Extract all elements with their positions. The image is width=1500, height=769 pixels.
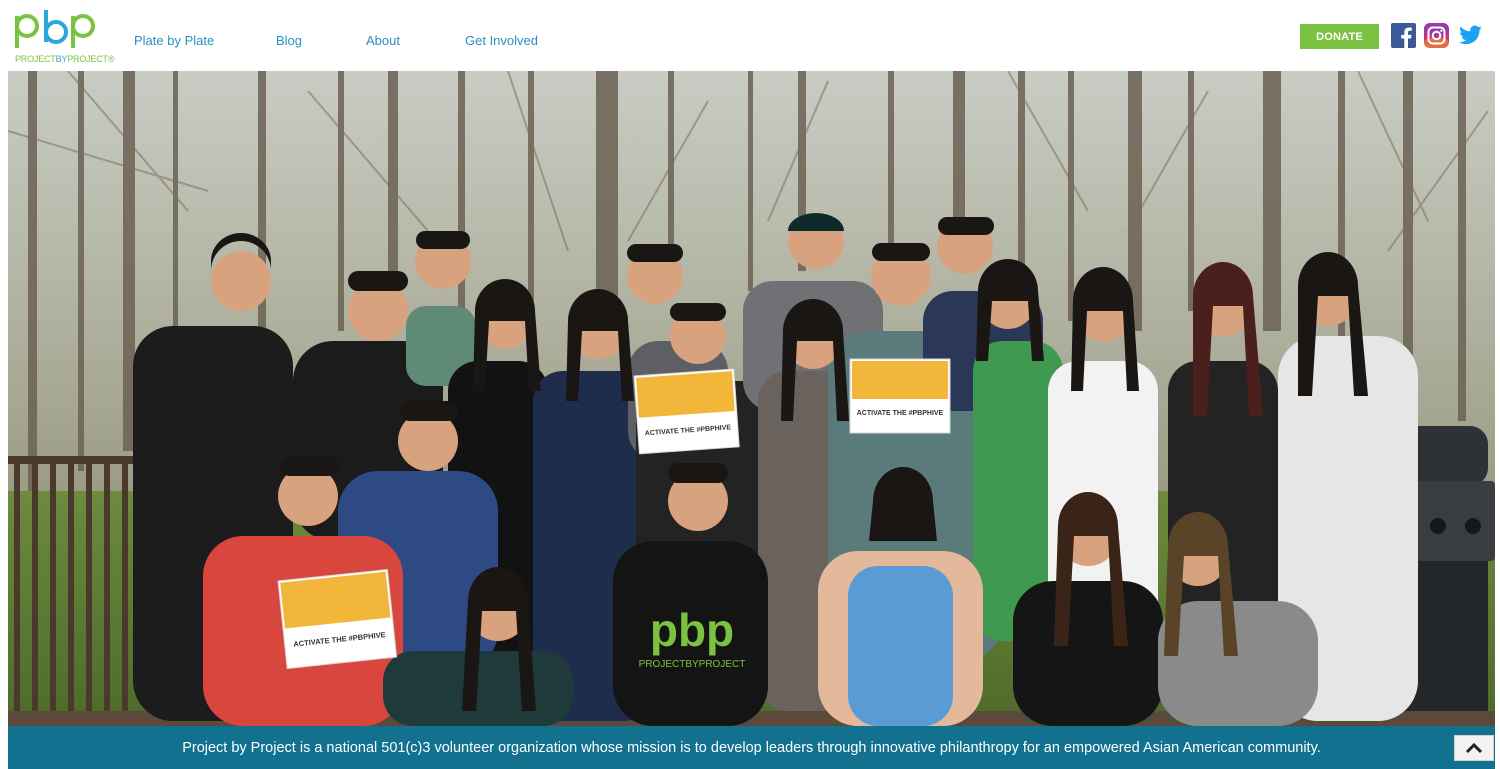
nav-plate-by-plate[interactable]: Plate by Plate — [134, 33, 214, 48]
sign-2-headline: ACTIVATE THE #PBPHIVE — [857, 410, 944, 417]
instagram-icon[interactable] — [1424, 23, 1449, 48]
shirt-logo-mark: pbp — [650, 604, 734, 656]
shirt-logo-sub: PROJECTBYPROJECT — [639, 659, 746, 670]
logo-word-project-2: PROJECT — [67, 54, 108, 64]
logo-wordmark: PROJECTBYPROJECT® — [15, 54, 114, 64]
site-header: PROJECTBYPROJECT® Plate by Plate Blog Ab… — [0, 0, 1500, 71]
chevron-up-icon — [1465, 742, 1483, 754]
shirt-logo: pbp PROJECTBYPROJECT — [639, 604, 746, 670]
logo-word-project: PROJECT — [15, 54, 56, 64]
back-to-top-button[interactable] — [1454, 735, 1494, 761]
hive-sign-3: ACTIVATE THE #PBPHIVE — [277, 568, 398, 670]
nav-get-involved[interactable]: Get Involved — [465, 33, 538, 48]
twitter-icon[interactable] — [1458, 23, 1483, 48]
hive-sign-2: ACTIVATE THE #PBPHIVE — [849, 358, 951, 434]
site-logo[interactable]: PROJECTBYPROJECT® — [13, 10, 114, 66]
hive-sign-1: ACTIVATE THE #PBPHIVE — [633, 368, 740, 455]
hero-group-photo: pbp PROJECTBYPROJECT ACTIVATE THE #PBPHI… — [8, 71, 1495, 726]
facebook-icon[interactable] — [1391, 23, 1416, 48]
mission-statement: Project by Project is a national 501(c)3… — [182, 739, 1321, 756]
donate-button[interactable]: DONATE — [1300, 24, 1379, 49]
mission-bar: Project by Project is a national 501(c)3… — [8, 726, 1495, 769]
logo-word-by: BY — [55, 54, 68, 64]
pbp-logo-mark — [15, 10, 95, 48]
logo-registered-mark: ® — [107, 54, 115, 64]
nav-about[interactable]: About — [366, 33, 400, 48]
nav-blog[interactable]: Blog — [276, 33, 302, 48]
